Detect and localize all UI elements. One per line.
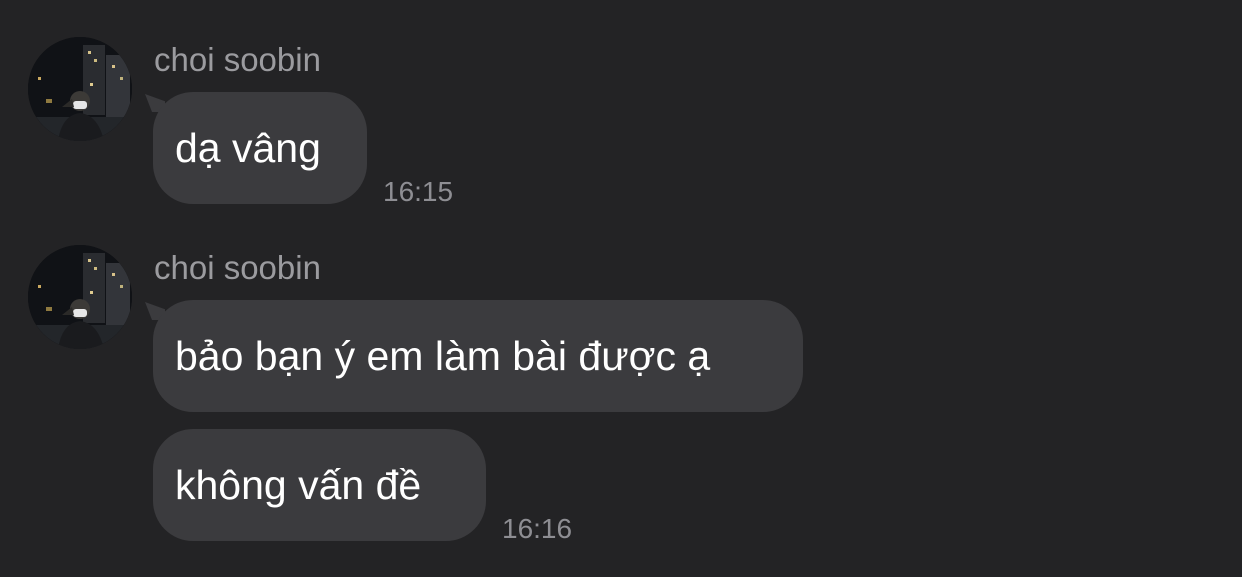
sender-name: choi soobin	[154, 41, 321, 78]
message-timestamp: 16:15	[383, 176, 454, 207]
profile-photo-icon	[28, 37, 132, 141]
avatar[interactable]	[28, 245, 132, 349]
message-bubble[interactable]: không vấn đề	[153, 429, 486, 541]
profile-photo-icon	[28, 245, 132, 349]
avatar[interactable]	[28, 37, 132, 141]
sender-name: choi soobin	[154, 249, 321, 286]
message-timestamp: 16:16	[502, 513, 573, 544]
message-bubble[interactable]: dạ vâng	[153, 92, 367, 204]
message-bubble[interactable]: bảo bạn ý em làm bài được ạ	[153, 300, 803, 412]
